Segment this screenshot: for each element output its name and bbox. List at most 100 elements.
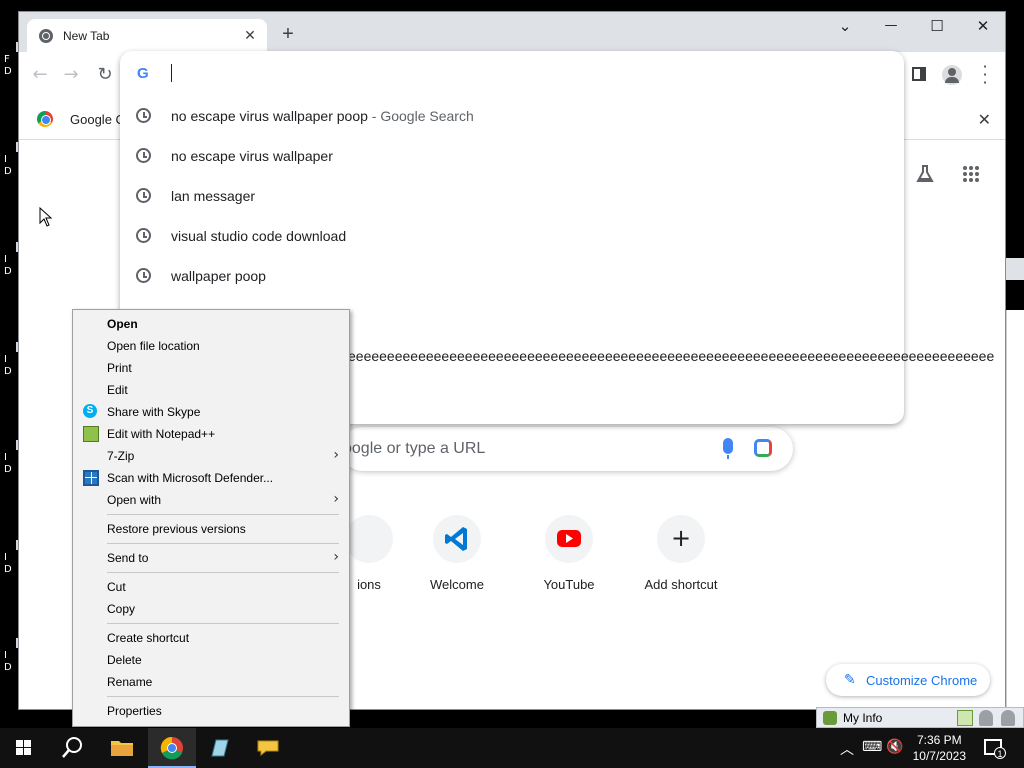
customize-chrome-button[interactable]: ✎ Customize Chrome — [826, 664, 990, 696]
tab-close-button[interactable]: ✕ — [241, 26, 259, 44]
shortcut-tile[interactable]: YouTube — [513, 505, 625, 605]
menu-item-copy[interactable]: Copy — [73, 598, 349, 620]
contact-icon[interactable] — [957, 710, 973, 726]
omnibox-overflow-text[interactable]: eeeeeeeeeeeeeeeeeeeeeeeeeeeeeeeeeeeeeeee… — [348, 348, 994, 364]
skype-icon: S — [83, 404, 97, 418]
my-info-label: My Info — [843, 711, 883, 725]
maximize-button[interactable]: ☐ — [914, 12, 960, 42]
history-clock-icon — [136, 228, 151, 243]
suggestion-text: visual studio code download — [171, 228, 347, 244]
customize-chrome-label: Customize Chrome — [866, 673, 978, 688]
submenu-arrow-icon: › — [333, 549, 339, 565]
history-clock-icon — [136, 148, 151, 163]
history-clock-icon — [136, 268, 151, 283]
history-clock-icon — [136, 108, 151, 123]
menu-item-delete[interactable]: Delete — [73, 649, 349, 671]
menu-item-edit[interactable]: Edit — [73, 379, 349, 401]
volume-muted-icon[interactable]: 🔇 — [886, 739, 903, 755]
context-menu: Open Open file location Print Edit S Sha… — [72, 309, 350, 727]
omnibox-suggestion[interactable]: no escape virus wallpaper poop - Google … — [120, 96, 904, 136]
menu-item-print[interactable]: Print — [73, 357, 349, 379]
chrome-web-store-icon — [37, 111, 53, 127]
clock-time: 7:36 PM — [916, 733, 962, 747]
menu-item-7zip[interactable]: 7-Zip › — [73, 445, 349, 467]
taskbar: ︿ ⌨ 🔇 7:36 PM 10/7/2023 1 — [0, 728, 1024, 768]
suggestion-text: wallpaper poop — [171, 268, 266, 284]
menu-item-scan-with-defender[interactable]: Scan with Microsoft Defender... — [73, 467, 349, 489]
reload-button[interactable]: ↻ — [93, 63, 117, 87]
menu-item-send-to[interactable]: Send to › — [73, 547, 349, 569]
contact-icon[interactable] — [979, 710, 993, 726]
menu-item-open-with[interactable]: Open with › — [73, 489, 349, 511]
user-icon — [823, 711, 837, 725]
menu-separator — [107, 543, 339, 544]
menu-item-properties[interactable]: Properties — [73, 700, 349, 722]
side-panel-icon[interactable] — [912, 67, 926, 81]
menu-item-open-file-location[interactable]: Open file location — [73, 335, 349, 357]
omnibox-suggestion[interactable]: no escape virus wallpaper — [120, 136, 904, 176]
extensions-icon — [345, 515, 393, 563]
omnibox-text-cursor[interactable] — [171, 64, 172, 82]
chrome-icon — [39, 29, 53, 43]
menu-separator — [107, 514, 339, 515]
omnibox-suggestion[interactable]: lan messager — [120, 176, 904, 216]
shortcut-label: Add shortcut — [644, 577, 718, 592]
tab-new-tab[interactable]: New Tab ✕ — [27, 19, 267, 52]
menu-item-rename[interactable]: Rename — [73, 671, 349, 693]
menu-separator — [107, 572, 339, 573]
suggestion-text: no escape virus wallpaper — [171, 148, 333, 164]
omnibox-suggestion[interactable]: wallpaper poop — [120, 256, 904, 296]
tab-search-button[interactable]: ⌄ — [822, 12, 868, 42]
clock-date: 10/7/2023 — [912, 749, 966, 763]
ntp-search-box[interactable]: oogle or type a URL — [341, 427, 793, 471]
show-hidden-icons-icon[interactable]: ︿ — [840, 739, 854, 759]
suggestion-text: no escape virus wallpaper poop - Google … — [171, 108, 474, 124]
menu-separator — [107, 623, 339, 624]
network-icon[interactable]: ⌨ — [862, 739, 882, 755]
shortcut-tile[interactable]: Welcome — [401, 505, 513, 605]
chrome-taskbar-icon[interactable] — [148, 728, 196, 768]
history-clock-icon — [136, 188, 151, 203]
menu-item-restore-previous-versions[interactable]: Restore previous versions — [73, 518, 349, 540]
menu-item-open[interactable]: Open — [73, 313, 349, 335]
chat-taskbar-icon[interactable] — [244, 728, 292, 768]
labs-flask-icon[interactable] — [915, 164, 935, 184]
file-explorer-icon[interactable] — [98, 728, 146, 768]
contact-icon[interactable] — [1001, 710, 1015, 726]
defender-shield-icon — [83, 470, 99, 486]
apps-grid-icon[interactable] — [962, 165, 980, 183]
tab-strip: New Tab ✕ + ⌄ — ☐ ✕ — [19, 12, 1005, 52]
suggestion-text: lan messager — [171, 188, 256, 204]
youtube-icon — [545, 515, 593, 563]
google-lens-icon[interactable] — [754, 439, 772, 457]
clock[interactable]: 7:36 PM 10/7/2023 — [913, 732, 966, 764]
minimize-button[interactable]: — — [868, 12, 914, 42]
mouse-cursor-icon — [39, 206, 53, 227]
microphone-icon[interactable] — [723, 438, 733, 459]
menu-item-cut[interactable]: Cut — [73, 576, 349, 598]
profile-avatar-icon[interactable] — [942, 65, 962, 85]
shortcut-label: YouTube — [543, 577, 595, 592]
submenu-arrow-icon: › — [333, 447, 339, 463]
submenu-arrow-icon: › — [333, 491, 339, 507]
forward-button[interactable]: → — [59, 63, 83, 87]
menu-item-edit-with-notepadpp[interactable]: Edit with Notepad++ — [73, 423, 349, 445]
start-button[interactable] — [0, 728, 48, 768]
app-taskbar-icon[interactable] — [196, 728, 244, 768]
menu-item-create-shortcut[interactable]: Create shortcut — [73, 627, 349, 649]
notification-count: 1 — [994, 747, 1006, 759]
bookmark-bar-close-icon[interactable]: ✕ — [978, 110, 991, 129]
shortcut-tile[interactable]: + Add shortcut — [625, 505, 737, 605]
search-icon[interactable] — [48, 728, 96, 768]
back-button[interactable]: ← — [28, 63, 52, 87]
omnibox-suggestion[interactable]: visual studio code download — [120, 216, 904, 256]
notepadpp-icon — [83, 426, 99, 442]
more-menu-icon[interactable]: · · · — [981, 59, 989, 91]
plus-icon: + — [657, 515, 705, 563]
bookmark-item[interactable]: Google C — [70, 112, 125, 127]
new-tab-button[interactable]: + — [277, 24, 299, 46]
notification-icon[interactable]: 1 — [984, 739, 1006, 759]
close-window-button[interactable]: ✕ — [960, 12, 1006, 42]
menu-item-share-with-skype[interactable]: S Share with Skype — [73, 401, 349, 423]
my-info-bar[interactable]: My Info — [816, 707, 1024, 728]
